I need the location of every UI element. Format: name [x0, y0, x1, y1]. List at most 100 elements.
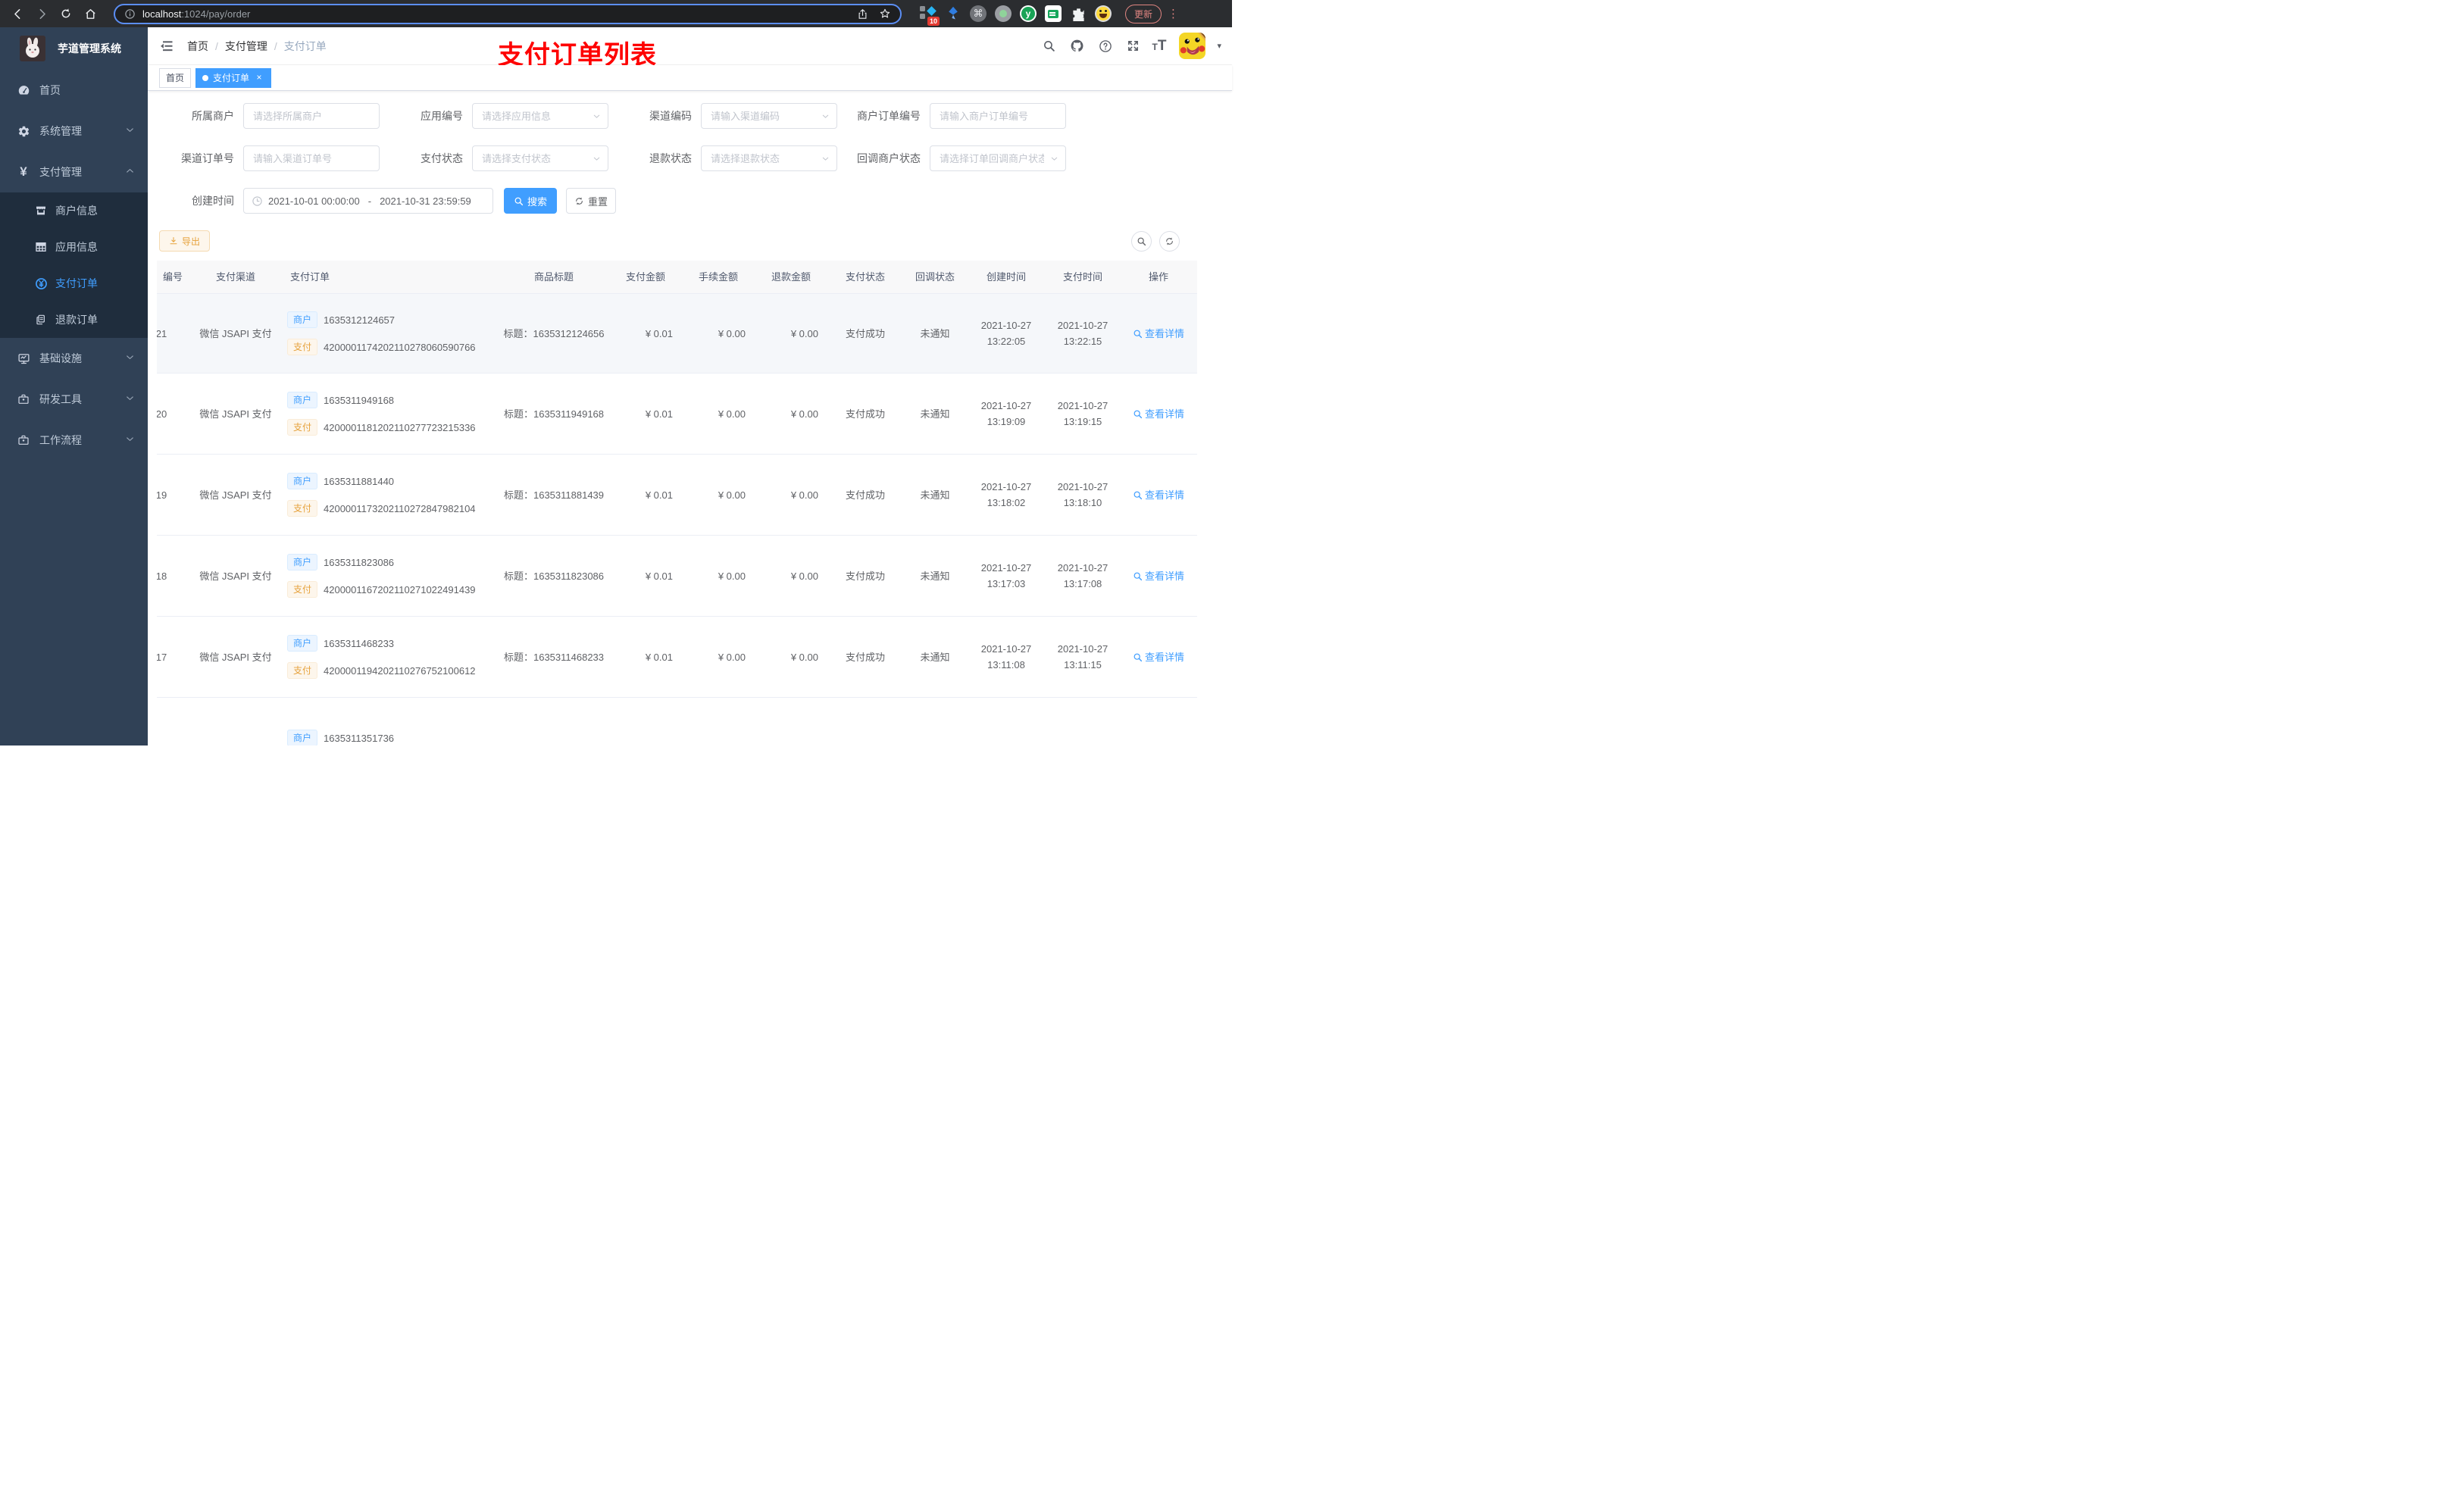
export-button[interactable]: 导出: [159, 230, 211, 252]
pay-tag: 支付: [287, 662, 318, 679]
bookmark-star-icon[interactable]: [879, 8, 891, 20]
channel-order-no-input[interactable]: [243, 145, 380, 171]
view-detail-link[interactable]: 查看详情: [1133, 649, 1184, 665]
cell-actions: 查看详情: [1120, 487, 1197, 503]
reset-button[interactable]: 重置: [566, 188, 616, 214]
view-detail-link[interactable]: 查看详情: [1133, 326, 1184, 342]
tag-home[interactable]: 首页: [159, 67, 192, 88]
view-detail-link[interactable]: 查看详情: [1133, 406, 1184, 422]
breadcrumb-payment[interactable]: 支付管理: [225, 39, 267, 54]
view-detail-link[interactable]: 查看详情: [1133, 568, 1184, 584]
help-icon[interactable]: [1096, 37, 1115, 55]
merchant-tag: 商户: [287, 635, 318, 652]
browser-chrome: localhost:1024/pay/order 10 ⌘ y 更新 ⋮: [0, 0, 1232, 27]
sidebar-item-system[interactable]: 系统管理: [0, 111, 148, 152]
sidebar-item-refund-order[interactable]: 退款订单: [0, 302, 148, 338]
header-refund: 退款金额: [771, 271, 811, 283]
cell-amount: ¥ 0.01: [645, 489, 673, 501]
create-time-range-picker[interactable]: 2021-10-01 00:00:00 - 2021-10-31 23:59:5…: [243, 188, 493, 214]
cell-title: 标题：1635311881439: [503, 489, 605, 501]
share-icon[interactable]: [857, 8, 868, 20]
cell-status: 支付成功: [845, 570, 885, 582]
breadcrumb-home[interactable]: 首页: [187, 39, 208, 54]
github-icon[interactable]: [1068, 37, 1087, 55]
pay-tag: 支付: [287, 419, 318, 436]
cell-title: 标题：1635311949168: [503, 408, 605, 420]
browser-update-button[interactable]: 更新: [1125, 4, 1162, 23]
download-icon: [169, 236, 178, 245]
search-icon[interactable]: [1040, 37, 1058, 55]
cell-id: 17: [157, 651, 167, 663]
pay-tag: 支付: [287, 581, 318, 598]
view-detail-link[interactable]: 查看详情: [1133, 487, 1184, 503]
merchant-tag: 商户: [287, 473, 318, 489]
extension-command-icon[interactable]: ⌘: [970, 5, 987, 22]
cell-status: 支付成功: [845, 408, 885, 420]
sidebar-item-home[interactable]: 首页: [0, 70, 148, 111]
avatar-caret-icon[interactable]: ▾: [1217, 41, 1221, 51]
channel-pay-no: 4200001194202110276752100612: [324, 664, 476, 677]
extension-y-icon[interactable]: y: [1020, 5, 1037, 22]
cell-notify: 未通知: [920, 570, 950, 582]
cell-pay-time: 2021-10-27 13:19:15: [1057, 400, 1108, 427]
chevron-down-icon: [124, 392, 136, 406]
cell-refund: ¥ 0.00: [790, 327, 818, 339]
address-bar[interactable]: localhost:1024/pay/order: [114, 3, 902, 24]
notify-status-select[interactable]: [930, 145, 1066, 171]
sidebar-item-app-info[interactable]: 应用信息: [0, 229, 148, 265]
pay-status-select[interactable]: [472, 145, 608, 171]
search-button[interactable]: 搜索: [504, 188, 557, 214]
extension-workspaces-icon[interactable]: 10: [920, 5, 940, 26]
browser-reload-button[interactable]: [56, 4, 76, 23]
browser-menu-icon[interactable]: ⋮: [1168, 7, 1179, 20]
merchant-order-no: 1635311881440: [324, 475, 395, 487]
sidebar-item-pay-order[interactable]: 支付订单: [0, 265, 148, 302]
site-info-icon[interactable]: [124, 8, 136, 20]
table-header-row: 编号 支付渠道 支付订单 商品标题 支付金额 手续金额 退款金额 支付状态 回调…: [157, 261, 1197, 294]
app-id-select[interactable]: [472, 103, 608, 129]
sidebar-item-infrastructure[interactable]: 基础设施: [0, 338, 148, 379]
cell-create-time: 2021-10-27 13:11:08: [980, 643, 1032, 670]
cell-status: 支付成功: [845, 651, 885, 663]
header-create-time: 创建时间: [986, 271, 1026, 283]
cell-status: 支付成功: [845, 327, 885, 339]
channel-code-select[interactable]: [701, 103, 837, 129]
browser-home-button[interactable]: [80, 4, 100, 23]
extension-sketch-icon[interactable]: [945, 5, 962, 22]
extensions-puzzle-icon[interactable]: [1070, 5, 1087, 22]
user-avatar[interactable]: [1179, 33, 1205, 59]
toolbox-icon: [17, 393, 30, 405]
cell-fee: ¥ 0.00: [718, 408, 746, 420]
merchant-order-no-input[interactable]: [930, 103, 1066, 129]
sidebar-fold-icon[interactable]: [158, 39, 175, 54]
cell-actions: 查看详情: [1120, 326, 1197, 342]
cell-pay-time: 2021-10-27 13:11:15: [1057, 643, 1108, 670]
top-navbar: 首页 / 支付管理 / 支付订单 支付订单列表 TT ▾: [148, 27, 1232, 70]
sidebar-item-payment[interactable]: ¥ 支付管理: [0, 152, 148, 192]
sidebar-item-merchant-info[interactable]: 商户信息: [0, 192, 148, 229]
clock-icon: [252, 195, 263, 207]
yen-circle-icon: [34, 277, 48, 290]
magnifier-icon: [1133, 409, 1143, 419]
fullscreen-icon[interactable]: [1124, 37, 1143, 55]
cell-fee: ¥ 0.00: [718, 327, 746, 339]
font-size-icon[interactable]: TT: [1152, 38, 1167, 55]
sidebar-item-dev-tools[interactable]: 研发工具: [0, 379, 148, 420]
browser-back-button[interactable]: [8, 4, 27, 23]
sidebar-item-workflow[interactable]: 工作流程: [0, 420, 148, 461]
extension-recorder-icon[interactable]: [995, 5, 1012, 22]
tag-close-icon[interactable]: ×: [254, 72, 264, 83]
browser-forward-button[interactable]: [32, 4, 52, 23]
channel-pay-no: 4200001167202110271022491439: [324, 583, 476, 595]
cell-fee: ¥ 0.00: [718, 570, 746, 582]
refund-status-select[interactable]: [701, 145, 837, 171]
browser-profile-avatar[interactable]: [1095, 5, 1112, 22]
extension-chat-icon[interactable]: [1045, 5, 1062, 22]
toggle-search-button[interactable]: [1131, 230, 1152, 252]
cell-id: 18: [157, 570, 167, 582]
header-channel: 支付渠道: [215, 271, 255, 283]
table-row: 19 微信 JSAPI 支付 商户 1635311881440 支付 42000…: [157, 455, 1197, 536]
merchant-input[interactable]: [243, 103, 380, 129]
refresh-table-button[interactable]: [1159, 230, 1180, 252]
tag-pay-order[interactable]: 支付订单 ×: [195, 67, 272, 88]
